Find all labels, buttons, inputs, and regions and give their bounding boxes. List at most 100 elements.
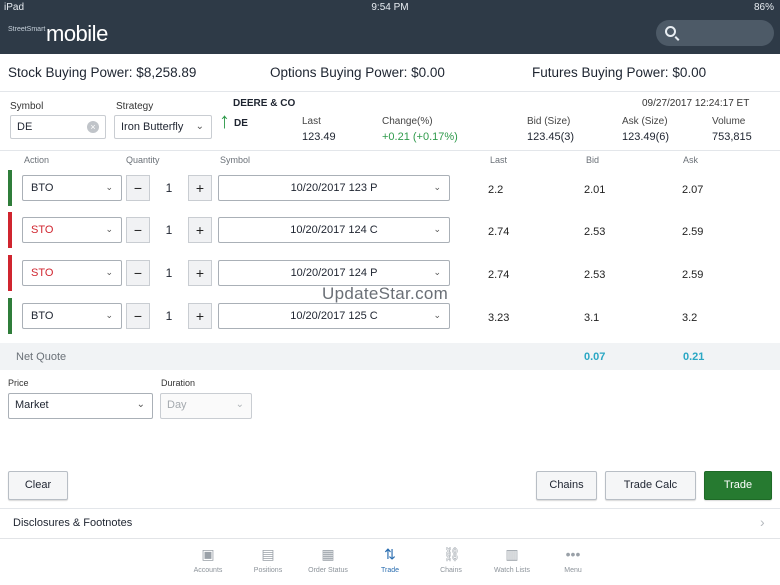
quantity-decrement-button[interactable]: − [126, 175, 150, 201]
action-value: BTO [31, 182, 54, 194]
tab-label: Menu [564, 567, 582, 574]
tab-chains[interactable]: ⛓ Chains [421, 546, 481, 574]
quantity-decrement-button[interactable]: − [126, 217, 150, 243]
watch-lists-icon: ▥ [505, 546, 519, 562]
quantity-value[interactable]: 1 [150, 175, 188, 201]
leg-row: STO ⌄ − 1 + 10/20/2017 124 C ⌄ 2.74 2.53… [8, 212, 780, 248]
price-select[interactable]: Market ⌄ [8, 393, 153, 419]
leg-side-indicator [8, 255, 12, 291]
strategy-value: Iron Butterfly [121, 121, 184, 133]
option-symbol-select[interactable]: 10/20/2017 124 C ⌄ [218, 217, 450, 243]
symbol-input[interactable]: DE × [10, 115, 106, 139]
price-value: Market [15, 399, 49, 411]
tab-label: Chains [440, 567, 462, 574]
ask-size-value: 123.49(6) [622, 131, 670, 143]
option-symbol: 10/20/2017 124 P [290, 267, 378, 279]
ask-size-label: Ask (Size) [622, 116, 668, 127]
chevron-down-icon: ⌄ [105, 267, 113, 277]
quantity-increment-button[interactable]: + [188, 175, 212, 201]
leg-ask: 2.07 [682, 184, 704, 196]
symbol-label: Symbol [10, 101, 44, 112]
last-value: 123.49 [302, 131, 336, 143]
chevron-down-icon: ⌄ [195, 121, 204, 132]
search-field[interactable] [656, 20, 774, 46]
action-select[interactable]: BTO ⌄ [22, 175, 122, 201]
tab-accounts[interactable]: ▣ Accounts [178, 546, 238, 574]
disclosures-link[interactable]: Disclosures & Footnotes [13, 517, 132, 529]
quantity-increment-button[interactable]: + [188, 303, 212, 329]
app-logo: mobile [46, 21, 108, 46]
change-value: +0.21 (+0.17%) [382, 131, 458, 143]
option-symbol-select[interactable]: 10/20/2017 123 P ⌄ [218, 175, 450, 201]
order-status-icon: ▦ [321, 546, 335, 562]
stock-buying-power: Stock Buying Power: $8,258.89 [8, 65, 197, 80]
status-bar: iPad 9:54 PM 86% [0, 0, 780, 16]
action-select[interactable]: STO ⌄ [22, 217, 122, 243]
accounts-icon: ▣ [201, 546, 215, 562]
col-ask: Ask [683, 155, 699, 165]
clear-button[interactable]: Clear [8, 471, 68, 500]
bid-size-label: Bid (Size) [527, 116, 571, 127]
net-quote-label: Net Quote [16, 351, 67, 363]
col-last: Last [490, 155, 508, 165]
volume-value: 753,815 [712, 131, 752, 143]
quantity-decrement-button[interactable]: − [126, 303, 150, 329]
positions-icon: ▤ [261, 546, 275, 562]
tab-label: Watch Lists [494, 567, 530, 574]
divider [0, 508, 780, 509]
tab-menu[interactable]: ••• Menu [543, 546, 603, 574]
duration-select[interactable]: Day ⌄ [160, 393, 252, 419]
options-buying-power: Options Buying Power: $0.00 [270, 65, 445, 80]
action-value: STO [31, 224, 54, 236]
option-symbol-select[interactable]: 10/20/2017 124 P ⌄ [218, 260, 450, 286]
price-label: Price [8, 378, 29, 388]
clear-icon[interactable]: × [87, 121, 99, 133]
leg-side-indicator [8, 212, 12, 248]
quantity-increment-button[interactable]: + [188, 217, 212, 243]
arrow-up-icon: ↑ [219, 108, 230, 133]
quantity-value[interactable]: 1 [150, 303, 188, 329]
col-symbol: Symbol [220, 155, 251, 165]
chains-button[interactable]: Chains [536, 471, 597, 500]
chevron-down-icon: ⌄ [235, 399, 244, 410]
quote-timestamp: 09/27/2017 12:24:17 ET [642, 98, 750, 109]
option-symbol-select[interactable]: 10/20/2017 125 C ⌄ [218, 303, 450, 329]
quantity-decrement-button[interactable]: − [126, 260, 150, 286]
strategy-select[interactable]: Iron Butterfly ⌄ [114, 115, 212, 139]
quantity-increment-button[interactable]: + [188, 260, 212, 286]
tab-watch-lists[interactable]: ▥ Watch Lists [482, 546, 542, 574]
leg-ask: 2.59 [682, 226, 704, 238]
chevron-down-icon: ⌄ [136, 399, 145, 410]
divider [0, 91, 780, 92]
action-select[interactable]: STO ⌄ [22, 260, 122, 286]
watermark: UpdateStar.com [322, 284, 449, 303]
menu-icon: ••• [565, 546, 581, 562]
tab-order-status[interactable]: ▦ Order Status [298, 546, 358, 574]
leg-ask: 2.59 [682, 269, 704, 281]
action-value: STO [31, 267, 54, 279]
trade-button[interactable]: Trade [704, 471, 772, 500]
net-quote-row: Net Quote 0.07 0.21 [0, 343, 780, 370]
change-label: Change(%) [382, 116, 433, 127]
quantity-value[interactable]: 1 [150, 260, 188, 286]
battery-level: 86% [753, 2, 774, 13]
leg-bid: 2.01 [584, 184, 606, 196]
chevron-right-icon[interactable]: › [760, 514, 765, 530]
volume-label: Volume [712, 116, 746, 127]
tab-positions[interactable]: ▤ Positions [238, 546, 298, 574]
trade-calc-button[interactable]: Trade Calc [605, 471, 696, 500]
strategy-label: Strategy [116, 101, 154, 112]
duration-label: Duration [161, 378, 196, 388]
option-symbol: 10/20/2017 123 P [290, 182, 378, 194]
leg-last: 2.74 [488, 226, 510, 238]
divider [0, 150, 780, 151]
chains-icon: ⛓ [443, 546, 461, 562]
quantity-value[interactable]: 1 [150, 217, 188, 243]
action-select[interactable]: BTO ⌄ [22, 303, 122, 329]
leg-row: BTO ⌄ − 1 + 10/20/2017 123 P ⌄ 2.2 2.01 … [8, 170, 780, 206]
tab-trade[interactable]: ⇅ Trade [360, 546, 420, 574]
option-symbol: 10/20/2017 124 C [290, 224, 378, 236]
option-symbol: 10/20/2017 125 C [290, 310, 378, 322]
tab-label: Accounts [193, 567, 223, 574]
leg-ask: 3.2 [682, 312, 698, 324]
